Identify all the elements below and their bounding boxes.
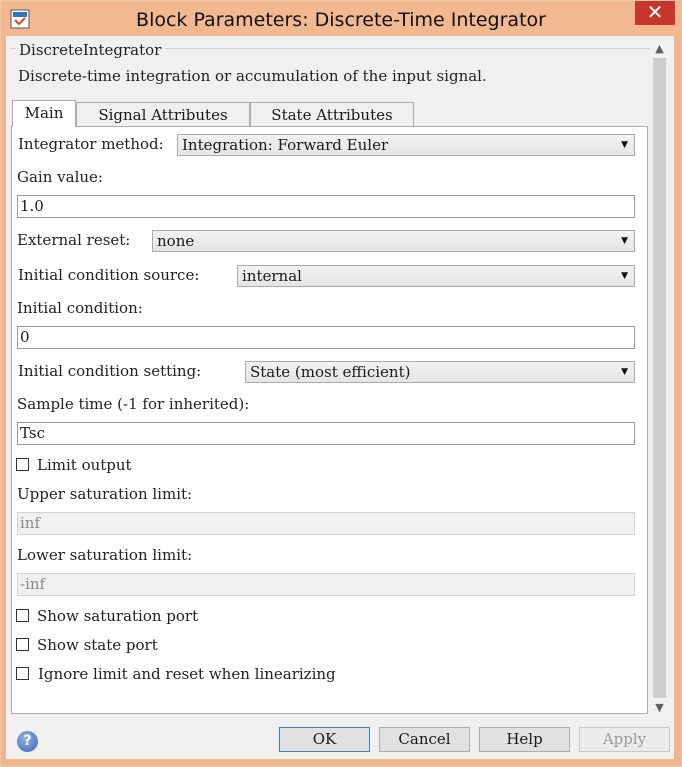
cancel-button-label: Cancel	[398, 730, 451, 748]
help-button[interactable]: Help	[479, 727, 570, 752]
close-icon: ✕	[646, 0, 664, 24]
gain-value-text: 1.0	[20, 197, 44, 215]
chevron-down-icon: ▼	[621, 271, 628, 281]
scroll-up-icon[interactable]: ▲	[651, 40, 668, 57]
close-button[interactable]: ✕	[635, 1, 675, 25]
show-state-port-label: Show state port	[37, 636, 158, 654]
upper-saturation-input[interactable]: inf	[17, 512, 635, 535]
external-reset-value: none	[157, 232, 195, 250]
upper-saturation-text: inf	[20, 514, 41, 532]
gain-value-label: Gain value:	[17, 168, 103, 186]
sample-time-input[interactable]: Tsc	[17, 422, 635, 445]
sample-time-label: Sample time (-1 for inherited):	[17, 395, 250, 413]
help-icon-glyph: ?	[23, 733, 32, 749]
limit-output-label: Limit output	[37, 456, 132, 474]
tab-main-label: Main	[24, 104, 64, 122]
integrator-method-label: Integrator method:	[18, 135, 164, 153]
initial-condition-label: Initial condition:	[17, 299, 143, 317]
gain-value-input[interactable]: 1.0	[17, 195, 635, 218]
scroll-down-icon[interactable]: ▼	[651, 699, 668, 716]
ok-button[interactable]: OK	[279, 727, 370, 752]
lower-saturation-text: -inf	[20, 575, 46, 593]
tab-signal-attributes-label: Signal Attributes	[98, 106, 228, 124]
sample-time-text: Tsc	[20, 424, 46, 442]
initial-condition-source-label: Initial condition source:	[18, 266, 200, 284]
tab-state-attributes[interactable]: State Attributes	[250, 102, 414, 126]
tab-signal-attributes[interactable]: Signal Attributes	[76, 102, 250, 126]
show-saturation-port-checkbox[interactable]	[16, 609, 29, 622]
initial-condition-text: 0	[20, 328, 30, 346]
integrator-method-dropdown[interactable]: Integration: Forward Euler ▼	[177, 134, 635, 156]
apply-button[interactable]: Apply	[579, 727, 670, 752]
description-text: Discrete-time integration or accumulatio…	[18, 67, 487, 85]
show-state-port-checkbox[interactable]	[16, 638, 29, 651]
cancel-button[interactable]: Cancel	[379, 727, 470, 752]
initial-condition-source-dropdown[interactable]: internal ▼	[237, 265, 635, 287]
tab-main[interactable]: Main	[12, 100, 76, 127]
chevron-down-icon: ▼	[621, 367, 628, 377]
show-saturation-port-label: Show saturation port	[37, 607, 199, 625]
chevron-down-icon: ▼	[621, 140, 628, 150]
external-reset-label: External reset:	[17, 231, 131, 249]
scrollbar-thumb[interactable]	[653, 58, 666, 698]
limit-output-checkbox[interactable]	[16, 458, 29, 471]
ignore-limit-checkbox[interactable]	[16, 667, 29, 680]
window-title: Block Parameters: Discrete-Time Integrat…	[136, 9, 546, 31]
ignore-limit-label: Ignore limit and reset when linearizing	[38, 665, 336, 683]
initial-condition-input[interactable]: 0	[17, 326, 635, 349]
integrator-method-value: Integration: Forward Euler	[182, 136, 389, 154]
tab-state-attributes-label: State Attributes	[271, 106, 393, 124]
description-group-title: DiscreteIntegrator	[16, 41, 166, 59]
external-reset-dropdown[interactable]: none ▼	[152, 230, 635, 252]
description-group: DiscreteIntegrator Discrete-time integra…	[10, 41, 650, 93]
upper-saturation-label: Upper saturation limit:	[17, 485, 193, 503]
help-button-label: Help	[506, 730, 543, 748]
initial-condition-source-value: internal	[242, 267, 302, 285]
initial-condition-setting-label: Initial condition setting:	[18, 362, 202, 380]
help-icon[interactable]: ?	[17, 731, 38, 752]
initial-condition-setting-dropdown[interactable]: State (most efficient) ▼	[245, 361, 635, 383]
vertical-scrollbar[interactable]: ▲ ▼	[651, 40, 668, 716]
chevron-down-icon: ▼	[621, 236, 628, 246]
apply-button-label: Apply	[602, 730, 647, 748]
ok-button-label: OK	[312, 730, 337, 748]
initial-condition-setting-value: State (most efficient)	[250, 363, 411, 381]
lower-saturation-input[interactable]: -inf	[17, 573, 635, 596]
lower-saturation-label: Lower saturation limit:	[17, 546, 193, 564]
title-bar[interactable]: Block Parameters: Discrete-Time Integrat…	[1, 1, 681, 37]
